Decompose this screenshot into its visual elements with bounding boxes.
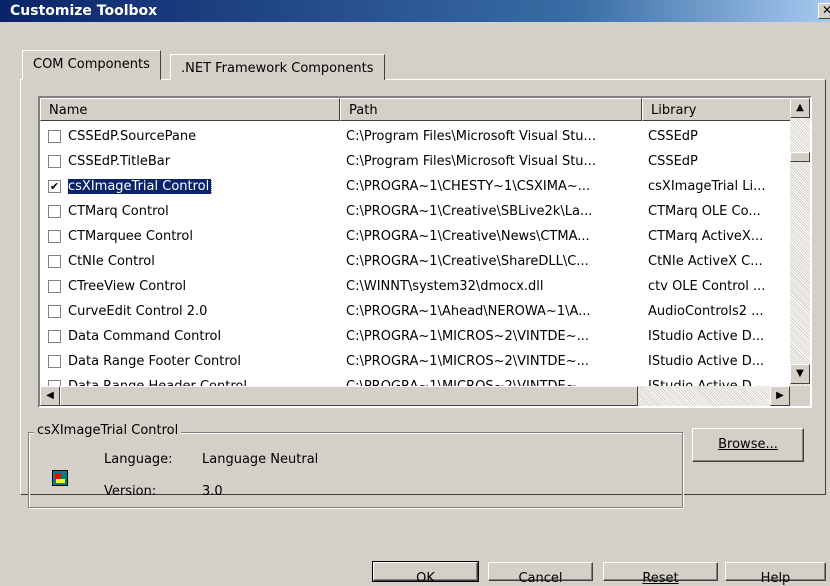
horizontal-scroll-thumb[interactable] xyxy=(60,386,638,406)
list-item[interactable]: CSSEdP.SourcePane C:\Program Files\Micro… xyxy=(40,125,790,150)
checkbox[interactable] xyxy=(48,330,61,343)
ok-button[interactable]: OK xyxy=(372,561,479,586)
arrow-right-icon: ▶ xyxy=(776,390,784,401)
window-title: Customize Toolbox xyxy=(10,3,158,19)
list-item[interactable]: CTMarquee Control C:\PROGRA~1\Creative\N… xyxy=(40,225,790,250)
list-item[interactable]: Data Range Footer Control C:\PROGRA~1\MI… xyxy=(40,350,790,375)
components-list[interactable]: Name Path Library CSSEdP.SourcePane C:\P… xyxy=(38,96,812,408)
component-library: ctv OLE Control ... xyxy=(648,279,766,294)
checkbox[interactable] xyxy=(48,130,61,143)
tab-com-components[interactable]: COM Components xyxy=(22,50,161,80)
checkbox[interactable] xyxy=(48,205,61,218)
vertical-scrollbar[interactable]: ▲ ▼ xyxy=(790,98,810,388)
arrow-up-icon: ▲ xyxy=(796,102,804,113)
checkbox[interactable] xyxy=(48,155,61,168)
list-item-selected[interactable]: ✔ csXImageTrial Control C:\PROGRA~1\CHES… xyxy=(40,175,790,200)
checkbox[interactable] xyxy=(48,305,61,318)
language-label: Language: xyxy=(104,452,173,467)
component-icon xyxy=(52,470,68,486)
component-library: AudioControls2 ... xyxy=(648,304,764,319)
component-path: C:\PROGRA~1\Creative\News\CTMA... xyxy=(346,229,590,244)
scroll-down-button[interactable]: ▼ xyxy=(790,364,810,384)
version-value: 3.0 xyxy=(202,484,223,499)
component-path: C:\PROGRA~1\Ahead\NEROWA~1\A... xyxy=(346,304,591,319)
component-name: CSSEdP.SourcePane xyxy=(68,129,197,144)
list-item[interactable]: CtNIe Control C:\PROGRA~1\Creative\Share… xyxy=(40,250,790,275)
reset-button[interactable]: Reset xyxy=(603,562,718,586)
column-header-path[interactable]: Path xyxy=(340,98,642,121)
component-name: Data Range Footer Control xyxy=(68,354,241,369)
close-button[interactable]: ✕ xyxy=(818,3,830,19)
component-library: CSSEdP xyxy=(648,129,698,144)
help-button[interactable]: Help xyxy=(725,562,826,586)
component-library: CSSEdP xyxy=(648,154,698,169)
column-header-label: Name xyxy=(49,103,88,118)
horizontal-scrollbar[interactable]: ◀ ▶ xyxy=(40,386,810,406)
title-bar: Customize Toolbox ✕ xyxy=(0,0,830,22)
component-name: CTreeView Control xyxy=(68,279,187,294)
component-library: CTMarq OLE Co... xyxy=(648,204,761,219)
arrow-down-icon: ▼ xyxy=(796,368,804,379)
browse-button[interactable]: Browse... xyxy=(692,428,804,462)
cancel-button-label: Cancel xyxy=(518,571,563,586)
component-path: C:\PROGRA~1\MICROS~2\VINTDE~... xyxy=(346,329,590,344)
scroll-right-button[interactable]: ▶ xyxy=(770,386,790,406)
cancel-button[interactable]: Cancel xyxy=(488,562,593,586)
component-library: csXImageTrial Li... xyxy=(648,179,766,194)
checkbox[interactable] xyxy=(48,280,61,293)
component-name: CurveEdit Control 2.0 xyxy=(68,304,208,319)
tab-label: COM Components xyxy=(33,57,150,72)
component-name: csXImageTrial Control xyxy=(68,179,213,194)
component-path: C:\PROGRA~1\Creative\ShareDLL\C... xyxy=(346,254,589,269)
component-path: C:\PROGRA~1\Creative\SBLive2k\La... xyxy=(346,204,593,219)
scroll-left-button[interactable]: ◀ xyxy=(40,386,60,406)
column-header-label: Path xyxy=(349,103,378,118)
component-name: CTMarq Control xyxy=(68,204,169,219)
column-header-library[interactable]: Library xyxy=(642,98,792,121)
version-label: Version: xyxy=(104,484,157,499)
checkbox-checked[interactable]: ✔ xyxy=(48,180,61,193)
help-button-label: Help xyxy=(760,571,791,586)
reset-button-label: Reset xyxy=(642,571,679,586)
checkbox[interactable] xyxy=(48,355,61,368)
scroll-up-button[interactable]: ▲ xyxy=(790,98,810,118)
list-item[interactable]: CSSEdP.TitleBar C:\Program Files\Microso… xyxy=(40,150,790,175)
scrollbar-corner xyxy=(790,386,810,406)
vertical-scroll-thumb[interactable] xyxy=(790,152,810,162)
list-item[interactable]: CTMarq Control C:\PROGRA~1\Creative\SBLi… xyxy=(40,200,790,225)
list-item[interactable]: CTreeView Control C:\WINNT\system32\dmoc… xyxy=(40,275,790,300)
close-icon: ✕ xyxy=(821,3,830,17)
arrow-left-icon: ◀ xyxy=(46,390,54,401)
tab-net-framework-components[interactable]: .NET Framework Components xyxy=(170,54,385,80)
component-library: IStudio Active D... xyxy=(648,354,765,369)
checkbox[interactable] xyxy=(48,255,61,268)
group-title: csXImageTrial Control xyxy=(34,423,182,438)
browse-button-label: Browse... xyxy=(718,437,778,452)
list-item[interactable]: CurveEdit Control 2.0 C:\PROGRA~1\Ahead\… xyxy=(40,300,790,325)
list-item[interactable]: Data Command Control C:\PROGRA~1\MICROS~… xyxy=(40,325,790,350)
column-header-name[interactable]: Name xyxy=(40,98,340,121)
component-name: CSSEdP.TitleBar xyxy=(68,154,171,169)
component-name: CtNIe Control xyxy=(68,254,155,269)
column-header-label: Library xyxy=(651,103,697,118)
component-library: CTMarq ActiveX... xyxy=(648,229,764,244)
component-path: C:\WINNT\system32\dmocx.dll xyxy=(346,279,544,294)
tab-label: .NET Framework Components xyxy=(181,61,374,76)
component-library: CtNIe ActiveX C... xyxy=(648,254,763,269)
component-path: C:\Program Files\Microsoft Visual Stu... xyxy=(346,154,596,169)
component-name-wrap: csXImageTrial Control xyxy=(68,179,338,194)
component-name: Data Command Control xyxy=(68,329,222,344)
ok-button-label: OK xyxy=(416,571,435,586)
component-path: C:\Program Files\Microsoft Visual Stu... xyxy=(346,129,596,144)
component-name: CTMarquee Control xyxy=(68,229,193,244)
language-value: Language Neutral xyxy=(202,452,319,467)
checkbox[interactable] xyxy=(48,230,61,243)
component-path: C:\PROGRA~1\MICROS~2\VINTDE~... xyxy=(346,354,590,369)
component-library: IStudio Active D... xyxy=(648,329,765,344)
component-path: C:\PROGRA~1\CHESTY~1\CSXIMA~... xyxy=(346,179,591,194)
